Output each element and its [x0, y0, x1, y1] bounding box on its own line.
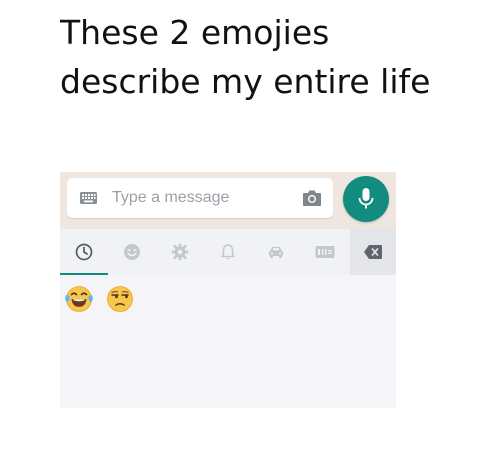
- message-composer-bar: Type a message: [60, 172, 396, 229]
- meme-caption: These 2 emojies describe my entire life: [60, 13, 431, 101]
- backspace-button[interactable]: [350, 229, 396, 275]
- unamused-face-emoji: [107, 286, 133, 312]
- face-with-tears-of-joy-emoji: [65, 286, 93, 312]
- keyboard-icon[interactable]: [80, 191, 97, 204]
- bell-icon: [221, 244, 235, 260]
- camera-icon[interactable]: [302, 189, 322, 207]
- recent-clock-icon: [75, 243, 93, 261]
- tab-notifications[interactable]: [204, 229, 252, 275]
- voice-message-button[interactable]: [343, 176, 389, 222]
- emoji-category-tabs: [60, 229, 396, 275]
- backspace-icon: [364, 245, 382, 259]
- tab-travel[interactable]: [252, 229, 300, 275]
- tab-recent[interactable]: [60, 229, 108, 275]
- emoji-unamused-face[interactable]: [105, 284, 135, 314]
- smiley-face-icon: [124, 244, 140, 260]
- symbols-icon: [315, 246, 335, 258]
- message-placeholder: Type a message: [112, 189, 230, 206]
- tab-objects[interactable]: [156, 229, 204, 275]
- tab-smileys[interactable]: [108, 229, 156, 275]
- message-input[interactable]: Type a message: [67, 178, 333, 218]
- whatsapp-keyboard-screenshot: Type a message: [60, 172, 396, 408]
- microphone-icon: [358, 188, 374, 210]
- recent-emoji-grid: [60, 275, 396, 408]
- car-icon: [269, 247, 283, 258]
- gear-objects-icon: [171, 243, 189, 261]
- emoji-face-with-tears-of-joy[interactable]: [64, 284, 94, 314]
- tab-symbols[interactable]: [300, 229, 348, 275]
